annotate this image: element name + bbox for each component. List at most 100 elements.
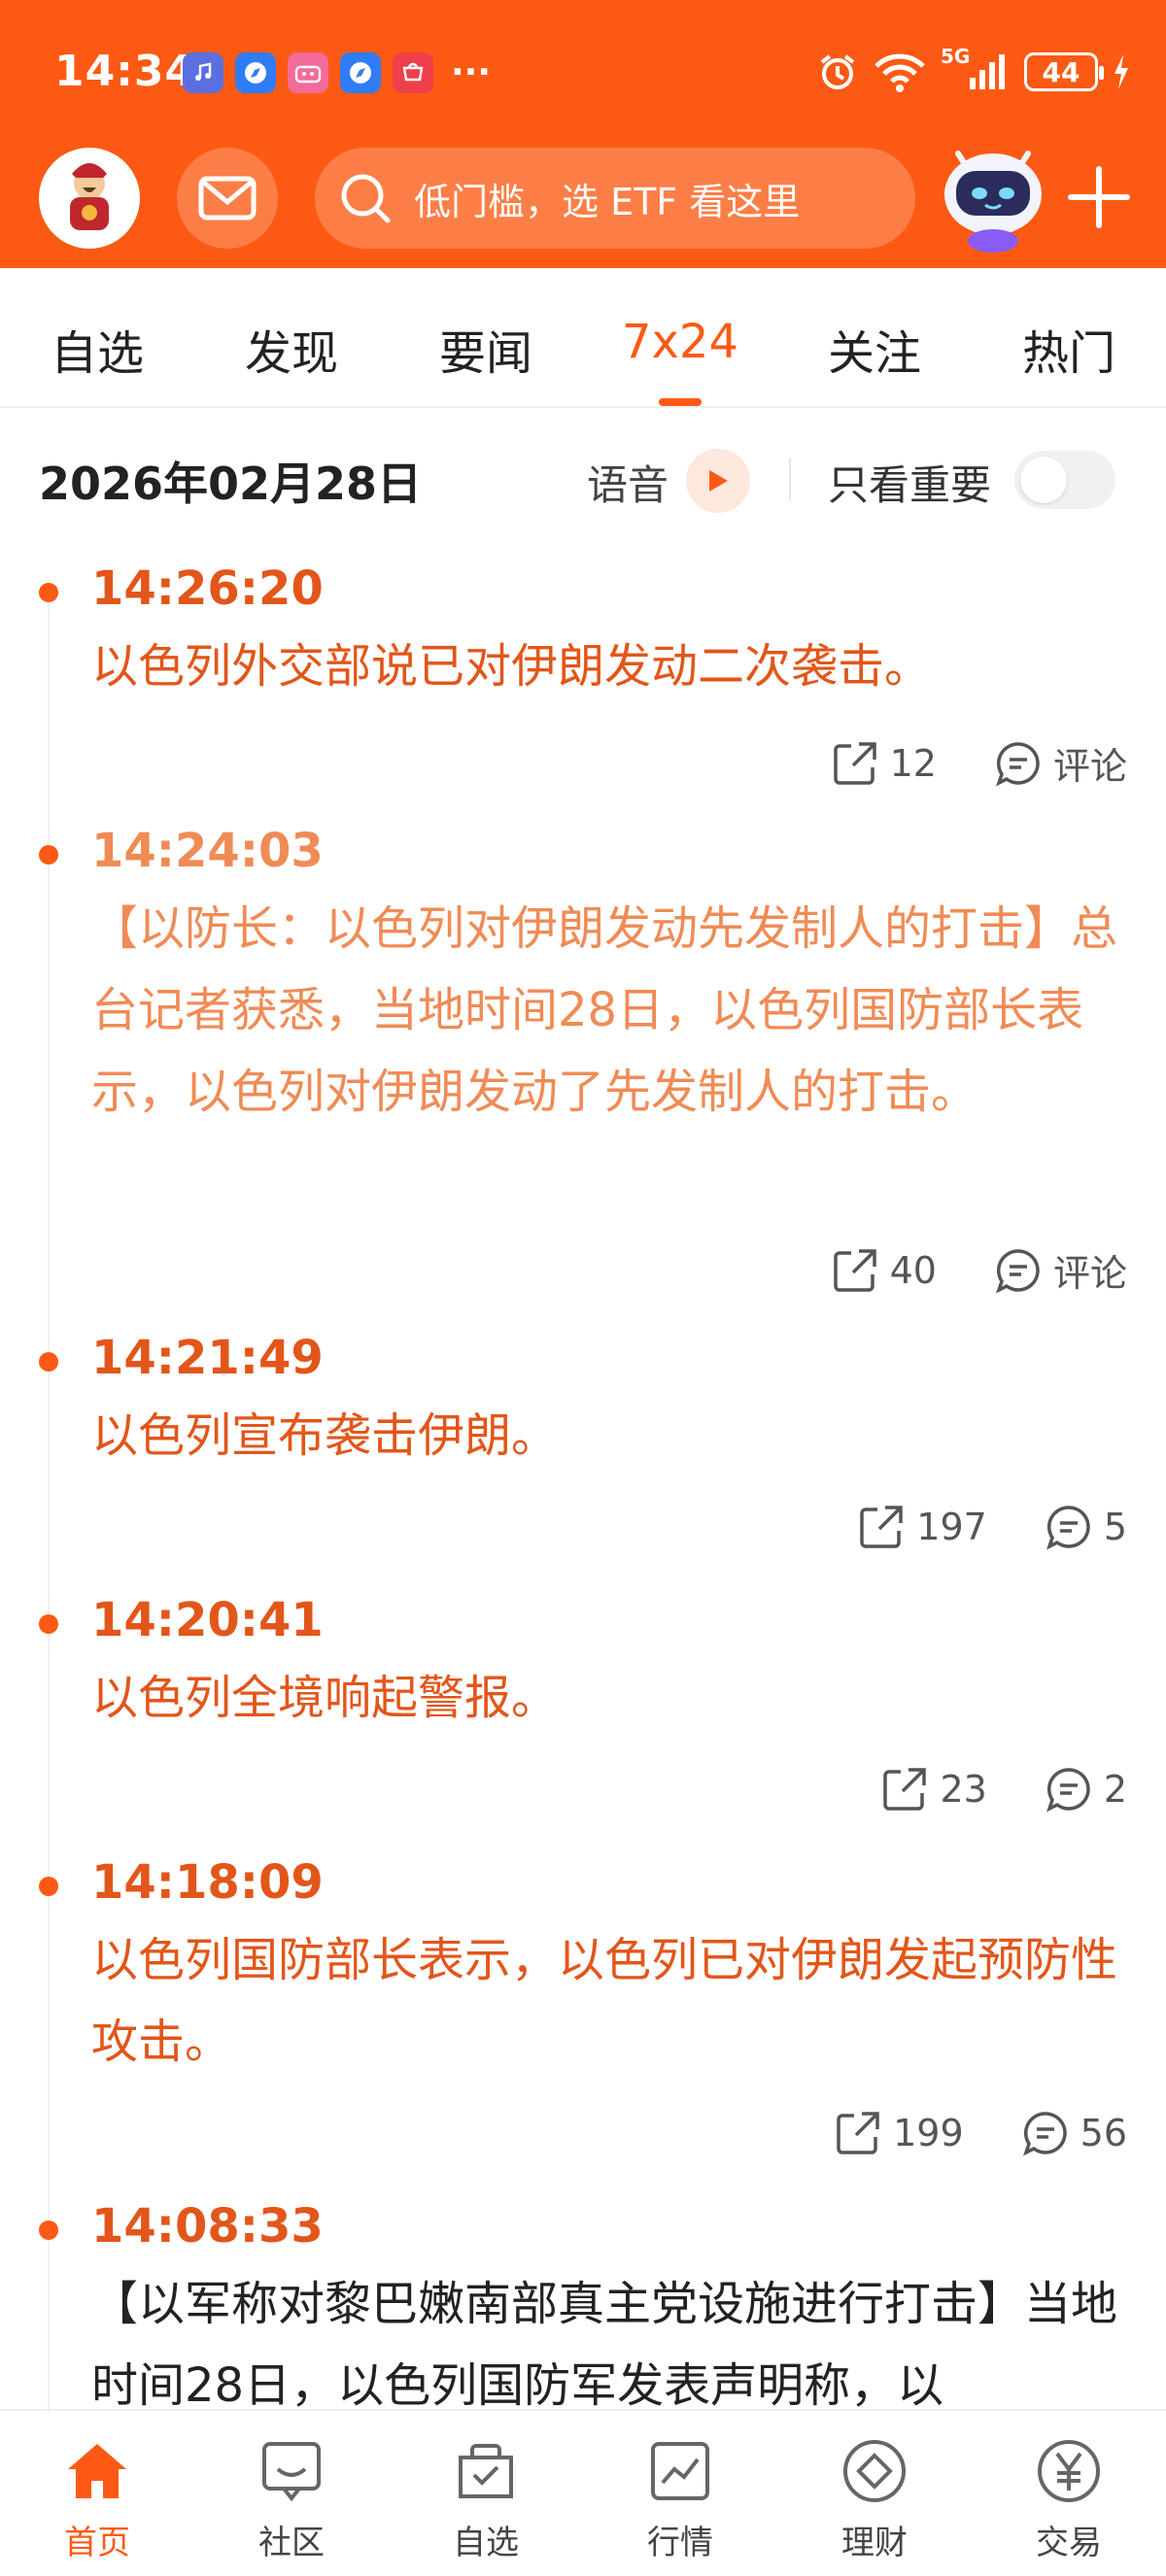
tab-following[interactable]: 关注 <box>828 315 921 383</box>
nav-label: 首页 <box>64 2524 130 2562</box>
battery-level: 44 <box>1042 55 1080 88</box>
news-time: 14:21:49 <box>91 1331 324 1385</box>
nav-label: 理财 <box>841 2524 908 2562</box>
news-text: 以色列外交部说已对伊朗发动二次袭击。 <box>91 639 932 694</box>
nav-watchlist[interactable]: 自选 <box>418 2436 554 2563</box>
nav-trade[interactable]: 交易 <box>1001 2436 1137 2563</box>
date-filter-row: 2026年02月28日 语音 只看重要 <box>0 408 1166 544</box>
app-header: 14:34 ··· 5G 44 低门槛，选 ETF 看这里 <box>0 0 1166 268</box>
news-time: 14:24:03 <box>91 824 324 878</box>
timeline-dot <box>39 583 58 602</box>
share-icon <box>833 741 876 785</box>
search-icon <box>341 174 391 223</box>
feed-date: 2026年02月28日 <box>39 458 423 510</box>
nav-label: 交易 <box>1036 2524 1102 2562</box>
play-icon <box>709 470 728 491</box>
news-text: 以色列宣布袭击伊朗。 <box>91 1408 559 1463</box>
comment-button[interactable]: 评论 <box>995 1243 1127 1297</box>
news-text: 【以军称对黎巴嫩南部真主党设施进行打击】当地时间28日，以色列国防军发表声明称，… <box>91 2277 1118 2409</box>
share-count: 12 <box>889 741 937 785</box>
battery-indicator: 44 <box>1024 52 1104 91</box>
nav-label: 社区 <box>258 2524 325 2562</box>
comment-button[interactable]: 2 <box>1046 1766 1127 1813</box>
more-notifications: ··· <box>451 52 492 92</box>
add-icon[interactable] <box>1065 163 1133 231</box>
mascot-avatar-icon <box>70 163 109 230</box>
news-actions: 197 5 <box>858 1504 1127 1550</box>
market-icon <box>651 2442 709 2500</box>
comment-count: 2 <box>1103 1768 1127 1811</box>
comment-button[interactable]: 5 <box>1046 1504 1127 1550</box>
share-icon <box>833 1248 876 1292</box>
voice-label: 语音 <box>587 461 669 509</box>
tab-discover[interactable]: 发现 <box>245 315 338 383</box>
wealth-icon <box>843 2440 906 2502</box>
ai-assistant-robot-icon[interactable] <box>935 140 1051 256</box>
bilibili-app-icon <box>288 52 328 93</box>
comment-count: 5 <box>1103 1506 1127 1548</box>
mail-icon <box>198 176 257 220</box>
search-placeholder: 低门槛，选 ETF 看这里 <box>414 180 801 223</box>
top-toolbar: 低门槛，选 ETF 看这里 <box>0 136 1166 268</box>
share-icon <box>883 1768 927 1811</box>
tab-7x24[interactable]: 7x24 <box>622 315 738 369</box>
nav-home[interactable]: 首页 <box>29 2436 165 2563</box>
news-actions: 40 评论 <box>832 1243 1127 1297</box>
share-button[interactable]: 40 <box>832 1247 937 1294</box>
voice-play-button[interactable] <box>686 449 750 513</box>
timeline-dot <box>39 845 58 864</box>
status-indicators: 5G 44 <box>816 45 1131 93</box>
timeline-dot <box>39 1352 58 1372</box>
bottom-navigation: 首页 社区 自选 行情 理财 交易 <box>0 2409 1166 2576</box>
user-avatar[interactable] <box>39 148 140 249</box>
share-button[interactable]: 23 <box>881 1766 987 1813</box>
trade-icon <box>1038 2440 1100 2502</box>
tab-watchlist[interactable]: 自选 <box>51 315 144 383</box>
home-icon <box>68 2444 126 2498</box>
news-actions: 23 2 <box>881 1766 1127 1813</box>
browser-app-icon-2 <box>340 52 381 93</box>
nav-label: 行情 <box>647 2524 713 2562</box>
active-tab-indicator <box>659 398 702 406</box>
nav-wealth[interactable]: 理财 <box>806 2436 943 2563</box>
share-button[interactable]: 199 <box>835 2110 964 2156</box>
comment-count: 56 <box>1080 2112 1127 2154</box>
browser-app-icon <box>235 52 276 93</box>
comment-button[interactable]: 评论 <box>995 736 1127 790</box>
nav-market[interactable]: 行情 <box>612 2436 748 2563</box>
comment-count: 评论 <box>1052 1252 1127 1295</box>
watchlist-icon <box>459 2444 513 2498</box>
news-actions: 12 评论 <box>832 736 1127 790</box>
comment-icon <box>1046 1506 1090 1550</box>
search-bar[interactable]: 低门槛，选 ETF 看这里 <box>315 148 915 249</box>
toggle-knob <box>1020 457 1067 503</box>
news-time: 14:20:41 <box>91 1593 324 1647</box>
music-app-icon <box>183 52 223 93</box>
timeline-dot <box>39 2220 58 2240</box>
status-bar: 14:34 ··· 5G 44 <box>0 0 1166 146</box>
important-only-toggle[interactable] <box>1014 451 1115 509</box>
share-button[interactable]: 12 <box>832 740 937 787</box>
tab-hot[interactable]: 热门 <box>1022 315 1115 383</box>
share-count: 40 <box>889 1248 937 1292</box>
divider <box>789 458 791 501</box>
comment-icon <box>1022 2112 1067 2156</box>
news-actions: 199 56 <box>835 2110 1127 2156</box>
share-count: 199 <box>893 2112 964 2154</box>
news-time: 14:08:33 <box>91 2199 324 2254</box>
tab-headlines[interactable]: 要闻 <box>439 315 532 383</box>
share-count: 23 <box>940 1768 987 1811</box>
alarm-icon <box>820 54 855 89</box>
news-time: 14:26:20 <box>91 561 324 616</box>
message-button[interactable] <box>177 148 278 249</box>
tab-bar: 自选 发现 要闻 7x24 关注 热门 <box>0 268 1166 408</box>
status-time: 14:34 <box>54 47 196 96</box>
comment-button[interactable]: 56 <box>1022 2110 1127 2156</box>
comment-icon <box>1046 1768 1090 1813</box>
nav-community[interactable]: 社区 <box>223 2436 360 2563</box>
news-time: 14:18:09 <box>91 1855 324 1910</box>
huawei-app-icon <box>393 52 433 93</box>
news-text: 以色列国防部长表示，以色列已对伊朗发起预防性攻击。 <box>91 1933 1118 2069</box>
share-button[interactable]: 197 <box>858 1504 987 1550</box>
wifi-icon <box>874 53 925 92</box>
